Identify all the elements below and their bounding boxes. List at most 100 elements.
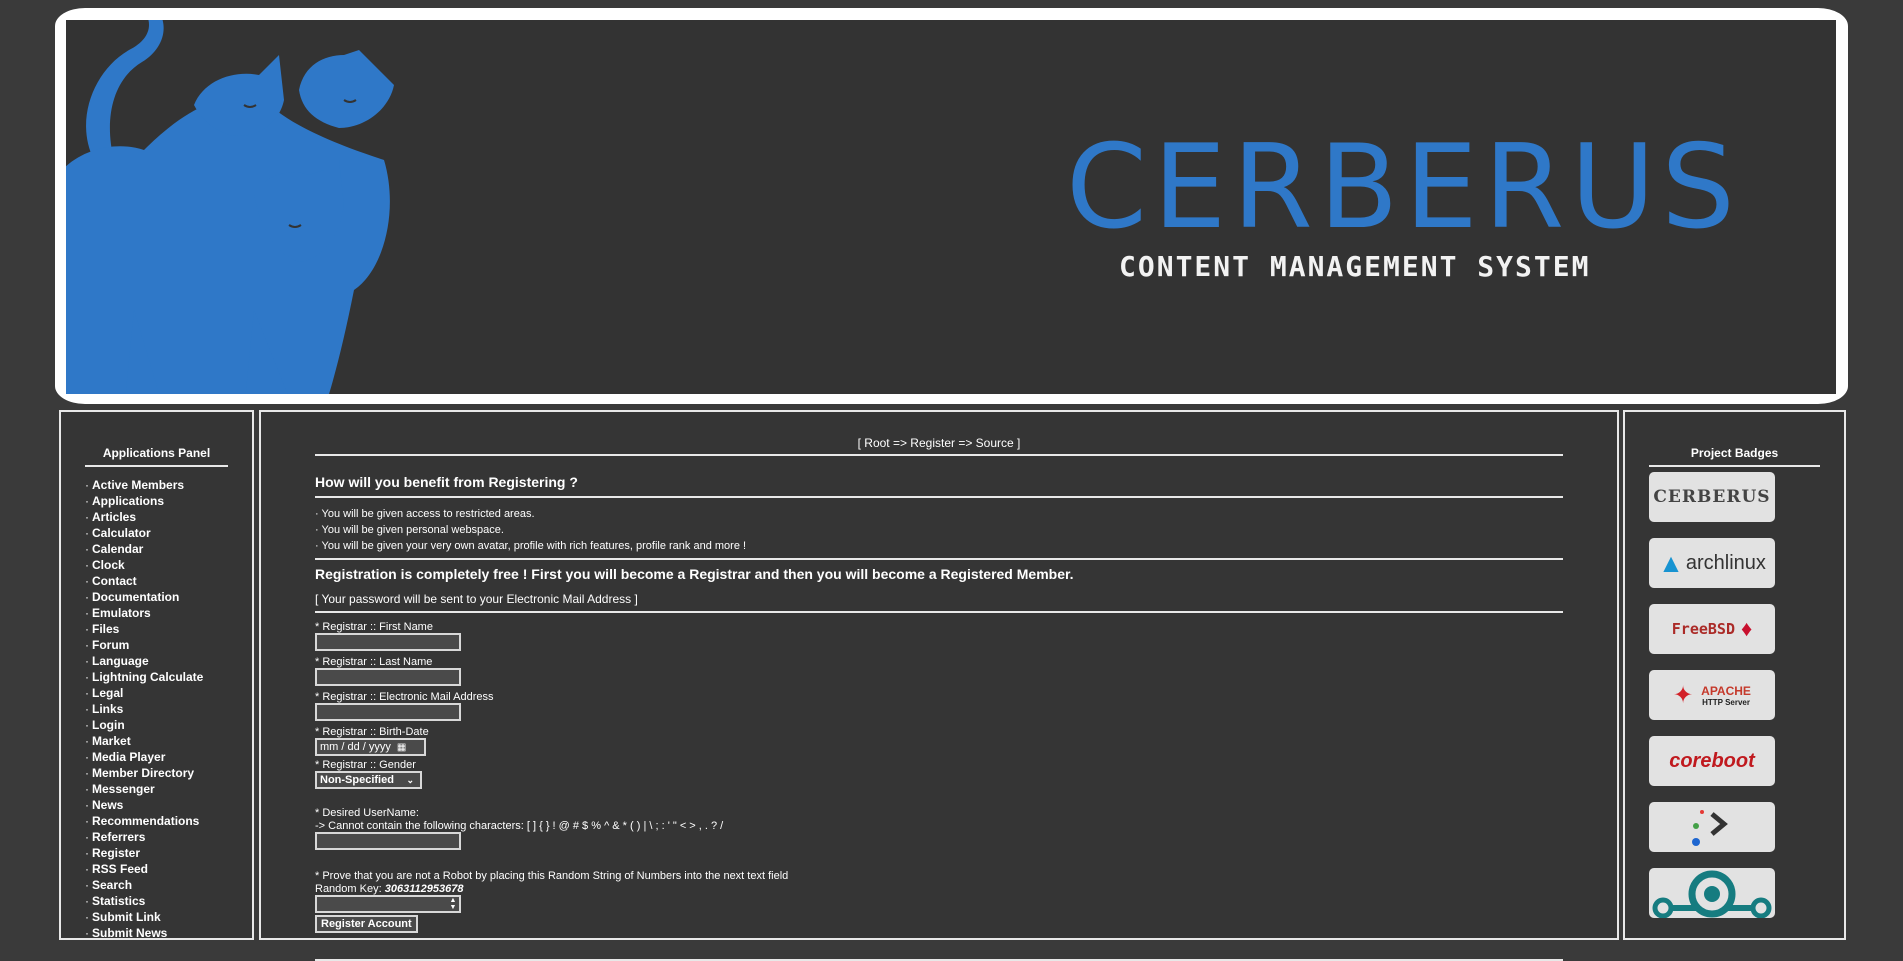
badge-apache-label: APACHE bbox=[1701, 683, 1751, 698]
breadcrumb: [ Root => Register => Source ] bbox=[857, 436, 1021, 450]
applications-panel: Applications Panel · Active Members · Appli… bbox=[59, 410, 254, 940]
app-link-clock[interactable]: · Clock bbox=[85, 557, 252, 573]
badge-apache[interactable]: ✦ APACHE HTTP Server bbox=[1649, 670, 1775, 720]
app-link-label: Search bbox=[92, 878, 133, 892]
bullet-icon: · bbox=[85, 622, 89, 636]
badge-lineage[interactable] bbox=[1649, 868, 1775, 918]
calendar-icon[interactable]: ▦ bbox=[397, 742, 406, 753]
app-link-member-directory[interactable]: · Member Directory bbox=[85, 765, 252, 781]
app-link-submit-news[interactable]: · Submit News bbox=[85, 925, 252, 941]
first-name-input[interactable] bbox=[315, 633, 461, 651]
app-link-legal[interactable]: · Legal bbox=[85, 685, 252, 701]
app-link-lightning-calculate[interactable]: · Lightning Calculate bbox=[85, 669, 252, 685]
badge-archlinux[interactable]: ▲ archlinux bbox=[1649, 538, 1775, 588]
apache-text: APACHE HTTP Server bbox=[1701, 684, 1751, 707]
gender-select[interactable]: Non-Specified ⌄ bbox=[315, 771, 422, 789]
app-link-search[interactable]: · Search bbox=[85, 877, 252, 893]
badge-cerberus-label: CERBERUS bbox=[1653, 487, 1771, 507]
email-label: * Registrar :: Electronic Mail Address bbox=[315, 691, 494, 703]
app-link-emulators[interactable]: · Emulators bbox=[85, 605, 252, 621]
badge-freebsd[interactable]: FreeBSD ♦ bbox=[1649, 604, 1775, 654]
app-link-label: Documentation bbox=[92, 590, 180, 604]
app-link-label: Submit Link bbox=[92, 910, 161, 924]
app-link-label: Active Members bbox=[92, 478, 185, 492]
bullet-icon: · bbox=[85, 878, 89, 892]
badge-archlinux-label: archlinux bbox=[1685, 551, 1766, 574]
last-name-input[interactable] bbox=[315, 668, 461, 686]
main-content: [ Root => Register => Source ] How will … bbox=[259, 410, 1619, 961]
app-link-label: Contact bbox=[92, 574, 137, 588]
app-link-label: Statistics bbox=[92, 894, 146, 908]
bullet-icon: · bbox=[85, 814, 89, 828]
divider bbox=[315, 611, 1563, 613]
app-link-label: Articles bbox=[92, 510, 137, 524]
random-key-value: 3063112953678 bbox=[384, 883, 464, 895]
benefit-heading: How will you benefit from Registering ? bbox=[315, 474, 578, 490]
badge-coreboot[interactable]: coreboot bbox=[1649, 736, 1775, 786]
app-link-label: Forum bbox=[92, 638, 130, 652]
spinner-icon[interactable]: ▲ ▼ bbox=[447, 897, 459, 911]
app-link-recommendations[interactable]: · Recommendations bbox=[85, 813, 252, 829]
app-link-label: Lightning Calculate bbox=[92, 670, 204, 684]
app-link-articles[interactable]: · Articles bbox=[85, 509, 252, 525]
app-link-referrers[interactable]: · Referrers bbox=[85, 829, 252, 845]
app-link-contact[interactable]: · Contact bbox=[85, 573, 252, 589]
gender-label: * Registrar :: Gender bbox=[315, 759, 416, 771]
app-link-label: Calculator bbox=[92, 526, 151, 540]
app-link-label: Member Directory bbox=[92, 766, 195, 780]
email-input[interactable] bbox=[315, 703, 461, 721]
app-link-register[interactable]: · Register bbox=[85, 845, 252, 861]
app-link-label: News bbox=[92, 798, 124, 812]
bullet-icon: · bbox=[85, 718, 89, 732]
bullet-icon: · bbox=[85, 574, 89, 588]
banner-area: CERBERUS CONTENT MANAGEMENT SYSTEM bbox=[66, 20, 1836, 394]
app-link-rss-feed[interactable]: · RSS Feed bbox=[85, 861, 252, 877]
username-input[interactable] bbox=[315, 832, 461, 850]
app-link-links[interactable]: · Links bbox=[85, 701, 252, 717]
badge-terminal[interactable] bbox=[1649, 802, 1775, 852]
bullet-icon: · bbox=[85, 782, 89, 796]
bullet-icon: · bbox=[85, 798, 89, 812]
cerberus-logo-icon bbox=[66, 20, 394, 394]
app-link-label: Recommendations bbox=[92, 814, 200, 828]
badge-freebsd-label: FreeBSD bbox=[1671, 620, 1735, 638]
app-link-label: Media Player bbox=[92, 750, 166, 764]
app-link-calculator[interactable]: · Calculator bbox=[85, 525, 252, 541]
bullet-icon: · bbox=[85, 830, 89, 844]
app-link-news[interactable]: · News bbox=[85, 797, 252, 813]
app-link-applications[interactable]: · Applications bbox=[85, 493, 252, 509]
bullet-icon: · bbox=[85, 590, 89, 604]
password-note: [ Your password will be sent to your Ele… bbox=[315, 592, 638, 606]
app-link-label: RSS Feed bbox=[92, 862, 149, 876]
benefits-list: · You will be given access to restricted… bbox=[315, 506, 1563, 554]
birth-date-placeholder: mm / dd / yyyy bbox=[320, 741, 391, 753]
app-link-label: Clock bbox=[92, 558, 125, 572]
username-rule: -> Cannot contain the following characte… bbox=[315, 820, 724, 832]
app-link-media-player[interactable]: · Media Player bbox=[85, 749, 252, 765]
last-name-label: * Registrar :: Last Name bbox=[315, 656, 433, 668]
badge-cerberus[interactable]: CERBERUS bbox=[1649, 472, 1775, 522]
app-link-market[interactable]: · Market bbox=[85, 733, 252, 749]
bullet-icon: · bbox=[85, 750, 89, 764]
bullet-icon: · bbox=[85, 638, 89, 652]
bullet-icon: · bbox=[85, 558, 89, 572]
birth-date-input[interactable]: mm / dd / yyyy ▦ bbox=[315, 738, 426, 756]
app-link-label: Applications bbox=[92, 494, 165, 508]
app-link-active-members[interactable]: · Active Members bbox=[85, 477, 252, 493]
captcha-number-input[interactable]: ▲ ▼ bbox=[315, 895, 461, 913]
app-link-calendar[interactable]: · Calendar bbox=[85, 541, 252, 557]
divider bbox=[85, 465, 228, 467]
app-link-documentation[interactable]: · Documentation bbox=[85, 589, 252, 605]
app-link-submit-link[interactable]: · Submit Link bbox=[85, 909, 252, 925]
app-link-messenger[interactable]: · Messenger bbox=[85, 781, 252, 797]
app-link-statistics[interactable]: · Statistics bbox=[85, 893, 252, 909]
register-account-button[interactable]: Register Account bbox=[315, 915, 418, 933]
app-link-login[interactable]: · Login bbox=[85, 717, 252, 733]
app-link-label: Referrers bbox=[92, 830, 146, 844]
app-link-files[interactable]: · Files bbox=[85, 621, 252, 637]
app-link-label: Market bbox=[92, 734, 131, 748]
app-link-label: Legal bbox=[92, 686, 124, 700]
app-link-language[interactable]: · Language bbox=[85, 653, 252, 669]
bullet-icon: · bbox=[85, 670, 89, 684]
app-link-forum[interactable]: · Forum bbox=[85, 637, 252, 653]
